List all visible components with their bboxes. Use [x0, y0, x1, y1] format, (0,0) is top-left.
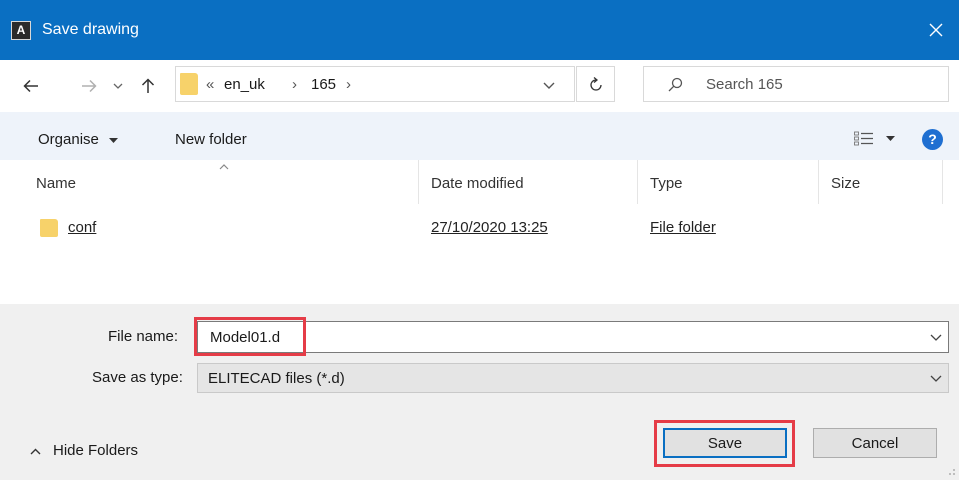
toolbar: Organise New folder ?: [0, 112, 959, 160]
file-type: File folder: [650, 219, 716, 236]
breadcrumb-165[interactable]: 165: [311, 75, 336, 95]
caret-down-icon: [109, 137, 119, 143]
folder-icon: [40, 219, 58, 237]
search-icon: [668, 77, 683, 92]
arrow-left-icon: [23, 79, 38, 93]
breadcrumb-overflow[interactable]: «: [206, 75, 214, 95]
column-header-type[interactable]: Type: [650, 174, 683, 194]
file-list: Name Date modified Type Size conf 27/10/…: [0, 160, 959, 304]
save-form: File name: Model01.d Save as type: ELITE…: [0, 304, 959, 480]
up-button[interactable]: [138, 74, 158, 98]
save-button-highlight: [654, 420, 795, 467]
recent-locations-button[interactable]: [110, 74, 126, 98]
organise-label: Organise: [38, 131, 99, 148]
column-divider[interactable]: [637, 160, 638, 204]
caret-down-icon: [886, 136, 895, 141]
save-as-type-label: Save as type:: [92, 369, 183, 386]
search-box[interactable]: Search 165: [643, 66, 949, 102]
file-name-highlight: [194, 317, 306, 356]
file-name-field[interactable]: Model01.d: [197, 321, 949, 353]
breadcrumb-separator[interactable]: ›: [346, 75, 351, 95]
column-divider[interactable]: [942, 160, 943, 204]
sort-ascending-icon: [219, 164, 229, 170]
close-icon: [929, 23, 943, 37]
file-name[interactable]: conf: [68, 218, 96, 238]
column-divider[interactable]: [418, 160, 419, 204]
column-divider[interactable]: [818, 160, 819, 204]
app-icon: A: [11, 21, 31, 40]
hide-folders-button[interactable]: Hide Folders: [30, 441, 138, 461]
forward-button[interactable]: [76, 74, 102, 98]
search-input[interactable]: Search 165: [706, 75, 783, 95]
organise-menu[interactable]: Organise: [38, 130, 119, 150]
arrow-up-icon: [141, 78, 155, 93]
breadcrumb-separator[interactable]: ›: [292, 75, 297, 95]
chevron-down-icon[interactable]: [930, 330, 942, 344]
back-button[interactable]: [18, 74, 44, 98]
arrow-right-icon: [82, 79, 97, 93]
column-header-date-modified[interactable]: Date modified: [431, 174, 524, 194]
title-bar: A Save drawing: [0, 0, 959, 60]
breadcrumb-en-uk[interactable]: en_uk: [224, 75, 265, 95]
chevron-down-icon: [113, 83, 123, 89]
help-icon[interactable]: ?: [922, 129, 943, 150]
resize-grip-icon[interactable]: [946, 466, 956, 476]
chevron-down-icon: [930, 375, 942, 382]
refresh-icon: [589, 76, 602, 91]
cancel-button[interactable]: Cancel: [813, 428, 937, 458]
window-title: Save drawing: [42, 21, 139, 38]
close-button[interactable]: [913, 0, 959, 60]
column-header-size[interactable]: Size: [831, 174, 860, 194]
address-bar[interactable]: « en_uk › 165 ›: [175, 66, 575, 102]
column-header-name[interactable]: Name: [36, 174, 76, 194]
details-view-icon: [854, 131, 873, 146]
hide-folders-label: Hide Folders: [53, 442, 139, 459]
save-as-type-select[interactable]: ELITECAD files (*.d): [197, 363, 949, 393]
new-folder-button[interactable]: New folder: [175, 130, 247, 150]
chevron-down-icon[interactable]: [543, 82, 555, 89]
view-options-button[interactable]: [854, 131, 895, 146]
file-row[interactable]: conf 27/10/2020 13:25 File folder: [0, 206, 959, 250]
refresh-button[interactable]: [576, 66, 615, 102]
folder-icon: [180, 73, 198, 95]
chevron-up-icon: [30, 448, 41, 454]
file-date-modified: 27/10/2020 13:25: [431, 219, 548, 236]
save-as-type-value: ELITECAD files (*.d): [208, 370, 345, 387]
file-name-label: File name:: [108, 328, 179, 345]
